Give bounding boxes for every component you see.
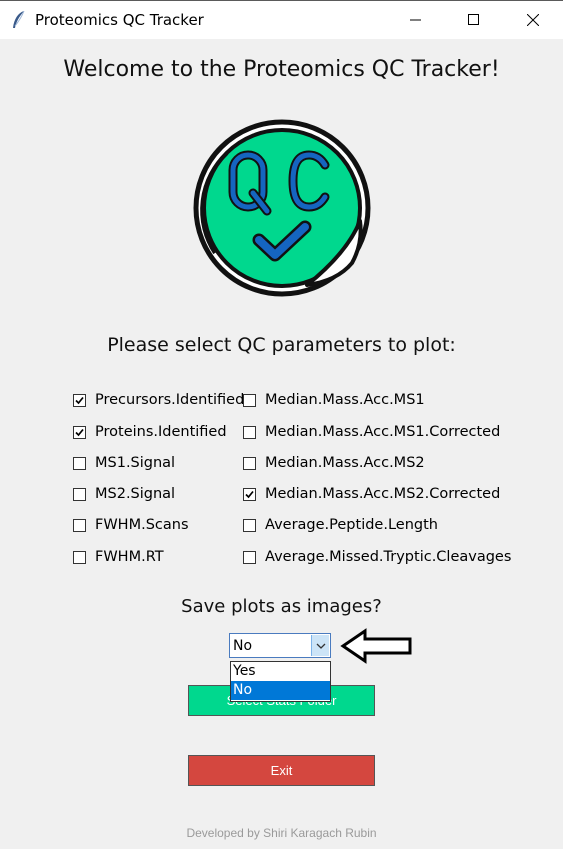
close-button[interactable] [504, 1, 562, 39]
parameters-prompt: Please select QC parameters to plot: [107, 334, 456, 356]
checkbox-label: Median.Mass.Acc.MS1.Corrected [265, 424, 501, 440]
checkmark-icon [75, 428, 84, 436]
title-bar: Proteomics QC Tracker [0, 0, 563, 39]
checkbox-fwhm-scans[interactable]: FWHM.Scans [73, 515, 189, 535]
checkbox-precursors-identified[interactable]: Precursors.Identified [73, 390, 244, 410]
checkbox-label: FWHM.Scans [95, 517, 189, 533]
select-value: No [233, 638, 253, 654]
checkbox-label: MS2.Signal [95, 486, 176, 502]
window-title: Proteomics QC Tracker [35, 11, 204, 29]
checkbox-fwhm-rt[interactable]: FWHM.RT [73, 547, 164, 567]
chevron-down-icon [316, 643, 325, 649]
checkbox[interactable] [73, 393, 86, 407]
checkbox[interactable] [73, 456, 86, 470]
checkbox-label: MS1.Signal [95, 455, 176, 471]
checkbox-average-missed-tryptic-cleavages[interactable]: Average.Missed.Tryptic.Cleavages [243, 547, 511, 567]
checkbox[interactable] [243, 550, 256, 564]
welcome-heading: Welcome to the Proteomics QC Tracker! [63, 57, 500, 82]
checkbox[interactable] [73, 518, 86, 532]
checkbox-proteins-identified[interactable]: Proteins.Identified [73, 422, 227, 442]
left-arrow-icon [340, 628, 412, 664]
dropdown-option-yes[interactable]: Yes [231, 662, 330, 681]
checkbox-label: Median.Mass.Acc.MS2.Corrected [265, 486, 501, 502]
checkbox-ms1-signal[interactable]: MS1.Signal [73, 453, 175, 473]
checkbox[interactable] [243, 456, 256, 470]
checkbox[interactable] [73, 487, 86, 501]
checkbox-median-mass-acc-ms1[interactable]: Median.Mass.Acc.MS1 [243, 390, 425, 410]
checkbox-average-peptide-length[interactable]: Average.Peptide.Length [243, 515, 438, 535]
checkmark-icon [245, 490, 254, 498]
save-plots-prompt: Save plots as images? [181, 596, 382, 617]
maximize-icon [468, 14, 479, 25]
maximize-button[interactable] [445, 1, 503, 39]
checkbox[interactable] [73, 550, 86, 564]
minimize-button[interactable] [387, 1, 445, 39]
select-dropdown-list: Yes No [230, 661, 331, 702]
dropdown-option-no[interactable]: No [231, 681, 330, 700]
close-icon [527, 14, 539, 26]
checkbox-label: Precursors.Identified [95, 392, 245, 408]
footer-credit: Developed by Shiri Karagach Rubin [186, 826, 377, 840]
exit-button[interactable]: Exit [188, 755, 375, 786]
checkbox[interactable] [73, 425, 86, 439]
checkbox-median-mass-acc-ms2-corrected[interactable]: Median.Mass.Acc.MS2.Corrected [243, 484, 500, 504]
checkbox-label: Average.Peptide.Length [265, 517, 438, 533]
checkbox-label: Proteins.Identified [95, 424, 227, 440]
checkbox-ms2-signal[interactable]: MS2.Signal [73, 484, 175, 504]
checkbox[interactable] [243, 487, 256, 501]
save-images-select[interactable]: No [229, 633, 331, 658]
checkbox-median-mass-acc-ms1-corrected[interactable]: Median.Mass.Acc.MS1.Corrected [243, 422, 500, 442]
checkbox-label: Median.Mass.Acc.MS2 [265, 455, 425, 471]
qc-sticker-logo [193, 119, 371, 297]
dropdown-arrow-button[interactable] [311, 635, 329, 656]
checkbox[interactable] [243, 425, 256, 439]
feather-icon [13, 10, 25, 28]
checkbox-label: Median.Mass.Acc.MS1 [265, 392, 425, 408]
checkbox-label: Average.Missed.Tryptic.Cleavages [265, 549, 512, 565]
checkmark-icon [75, 396, 84, 404]
checkbox[interactable] [243, 393, 256, 407]
checkbox[interactable] [243, 518, 256, 532]
checkbox-label: FWHM.RT [95, 549, 164, 565]
checkbox-median-mass-acc-ms2[interactable]: Median.Mass.Acc.MS2 [243, 453, 425, 473]
minimize-icon [410, 19, 421, 21]
